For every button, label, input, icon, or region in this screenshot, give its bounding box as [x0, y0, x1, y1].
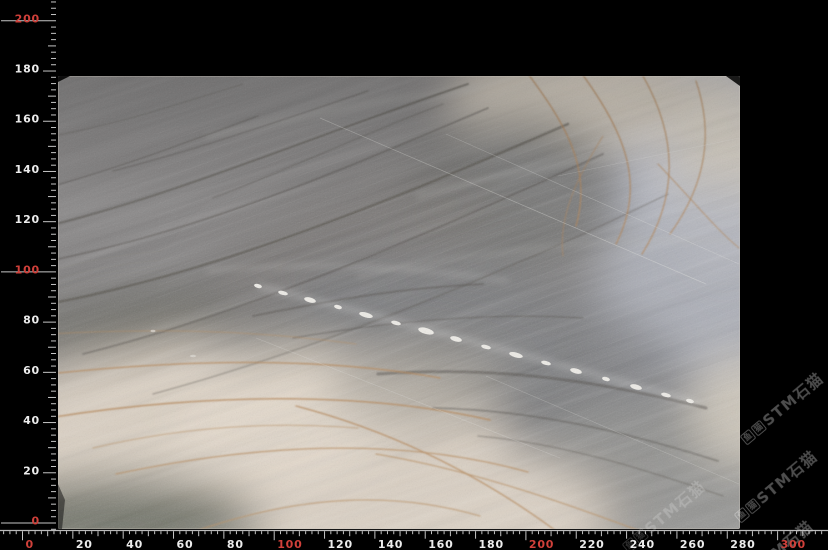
watermark-text: STM石猫 [748, 515, 818, 550]
v-ruler-label: 60 [23, 364, 40, 377]
v-ruler-label: 160 [15, 113, 40, 126]
h-ruler-label: 100 [277, 538, 302, 550]
slab-texture [58, 76, 740, 529]
h-ruler-label: 260 [680, 538, 705, 550]
slab-tone-overlay [58, 76, 740, 529]
h-ruler-label: 300 [781, 538, 806, 550]
h-ruler-label: 40 [126, 538, 143, 550]
watermark: 鱼猫STM石猫 [736, 367, 827, 448]
watermark-logo-icon: 鱼 [621, 536, 638, 550]
watermark-logo-icon: 猫 [750, 419, 767, 436]
v-ruler-label: 140 [15, 163, 40, 176]
stone-slab-image [58, 76, 740, 529]
h-ruler-label: 220 [579, 538, 604, 550]
v-ruler-label: 80 [23, 314, 40, 327]
h-ruler-label: 160 [428, 538, 453, 550]
h-ruler-label: 240 [630, 538, 655, 550]
v-ruler-label: 0 [32, 515, 40, 528]
watermark: 鱼猫STM石猫 [726, 515, 817, 550]
watermark-text: STM石猫 [758, 367, 828, 430]
v-ruler-label: 100 [15, 263, 40, 276]
slab-measurement-viewer: 鱼猫STM石猫 鱼猫STM石猫 鱼猫STM石猫 鱼猫STM石猫 20018016… [0, 0, 828, 550]
h-ruler-label: 180 [479, 538, 504, 550]
watermark-logo-icon: 鱼 [739, 428, 756, 445]
watermark-text: STM石猫 [752, 445, 822, 508]
h-ruler-label: 80 [227, 538, 244, 550]
h-ruler-label: 140 [378, 538, 403, 550]
watermark: 鱼猫STM石猫 [730, 445, 821, 526]
v-ruler-label: 200 [15, 12, 40, 25]
v-ruler-label: 120 [15, 213, 40, 226]
h-ruler-label: 0 [26, 538, 34, 550]
h-ruler-label: 200 [529, 538, 554, 550]
v-ruler-label: 40 [23, 414, 40, 427]
h-ruler-label: 20 [76, 538, 93, 550]
watermark-logo-icon: 猫 [632, 527, 649, 544]
h-ruler-label: 60 [177, 538, 194, 550]
v-ruler-label: 180 [15, 63, 40, 76]
h-ruler-label: 280 [730, 538, 755, 550]
v-ruler-label: 20 [23, 464, 40, 477]
h-ruler-label: 120 [328, 538, 353, 550]
watermark-logo-icon: 猫 [744, 497, 761, 514]
